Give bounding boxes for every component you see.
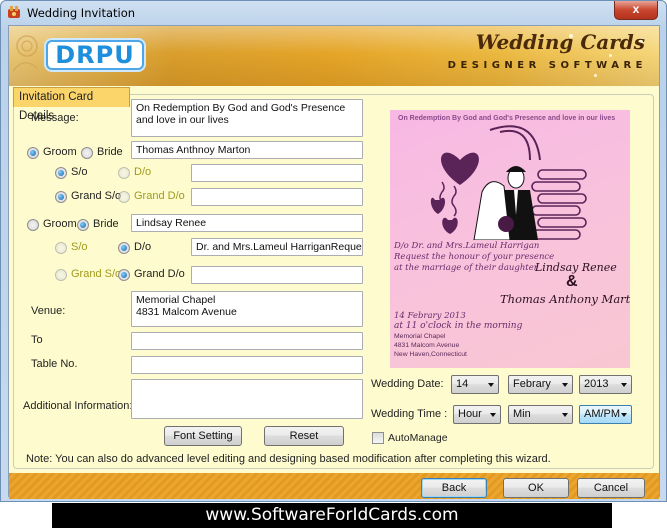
window-title: Wedding Invitation [27,6,136,20]
venue-label: Venue: [31,305,66,317]
do-label-2: D/o [134,241,152,253]
close-button[interactable]: x [614,1,658,20]
do-label-1: D/o [134,166,152,178]
preview-date-line: 14 Febrary 2013 [394,311,466,321]
invitation-preview: On Redemption By God and God's Presence … [390,110,630,368]
sparkle [594,74,597,77]
sparkle [609,54,612,57]
groom-grandparent-input[interactable] [191,188,363,206]
bride-grandparent-input[interactable] [191,266,363,284]
additional-info-label: Additional Information: [23,400,133,412]
so-radio-2[interactable] [55,242,67,254]
chevron-down-icon [562,413,568,417]
preview-venue-line3: New Haven,Connecticut [394,351,467,358]
ampm-select[interactable]: AM/PM [579,405,632,424]
min-value: Min [513,408,531,420]
automanage-checkbox[interactable] [372,432,384,444]
table-no-input[interactable] [131,356,363,374]
floral-ornament-icon [12,35,38,72]
grand-do-radio-1[interactable] [118,191,130,203]
bride-label-1: Bride [97,146,123,158]
to-input[interactable] [131,332,363,350]
website-banner: www.SoftwareForIdCards.com [52,503,612,528]
so-label-2: S/o [71,241,88,253]
wedding-invitation-window: Wedding Invitation x DRPU Wedding Cards … [0,0,667,502]
title-bar: Wedding Invitation x [1,1,666,25]
so-radio-1[interactable] [55,167,67,179]
grand-so-radio-1[interactable] [55,191,67,203]
cancel-button[interactable]: Cancel [577,478,645,498]
groom-parent-input[interactable] [191,164,363,182]
month-select[interactable]: Febrary [508,375,573,394]
do-radio-2[interactable] [118,242,130,254]
ok-button[interactable]: OK [503,478,569,498]
grand-so-radio-2[interactable] [55,269,67,281]
so-label-1: S/o [71,166,88,178]
grand-so-label-1: Grand S/o [71,190,122,202]
grand-do-label-1: Grand D/o [134,190,185,202]
close-icon: x [632,2,640,16]
preview-marriage-line: at the marriage of their daughter [394,263,538,273]
note-text: Note: You can also do advanced level edi… [26,453,551,465]
reset-button[interactable]: Reset [264,426,344,446]
grand-so-label-2: Grand S/o [71,268,122,280]
chevron-down-icon [621,413,627,417]
tab-invitation-card-details[interactable]: Invitation Card Details [13,87,130,122]
bride-parent-input[interactable]: Dr. and Mrs.Lameul HarriganRequest the [191,238,363,256]
message-input[interactable]: On Redemption By God and God's Presence … [131,99,363,137]
chevron-down-icon [490,413,496,417]
app-icon [8,6,20,18]
chevron-down-icon [488,383,494,387]
preview-request-line: Request the honour of your presence [394,252,555,262]
to-label: To [31,334,43,346]
grand-do-radio-2[interactable] [118,269,130,281]
bride-radio-2[interactable] [77,219,89,231]
groom-name-input[interactable]: Thomas Anthnoy Marton [131,141,363,159]
couple-illustration-icon [430,125,587,240]
preview-ampersand: & [566,273,578,290]
groom-radio-2[interactable] [27,219,39,231]
day-value: 14 [456,378,469,390]
preview-time-line: at 11 o'clock in the morning [394,321,523,331]
hour-select[interactable]: Hour [453,405,501,424]
day-select[interactable]: 14 [451,375,499,394]
groom-radio-1[interactable] [27,147,39,159]
automanage-label: AutoManage [388,432,448,444]
hour-value: Hour [458,408,482,420]
back-button[interactable]: Back [421,478,487,498]
grand-do-label-2: Grand D/o [134,268,185,280]
do-radio-1[interactable] [118,167,130,179]
preview-venue-line2: 4831 Malcom Avenue [394,342,460,349]
product-subtitle: DESIGNER SOFTWARE [447,60,647,71]
wedding-time-label: Wedding Time : [371,408,448,420]
product-title: Wedding Cards [475,30,645,54]
month-value: Febrary [513,378,551,390]
chevron-down-icon [562,383,568,387]
year-select[interactable]: 2013 [579,375,632,394]
min-select[interactable]: Min [508,405,573,424]
venue-input[interactable]: Memorial Chapel 4831 Malcom Avenue [131,291,363,327]
additional-info-input[interactable] [131,379,363,419]
ampm-value: AM/PM [584,408,621,420]
header-banner: DRPU Wedding Cards DESIGNER SOFTWARE [9,26,659,86]
year-value: 2013 [584,378,609,390]
bride-radio-1[interactable] [81,147,93,159]
preview-venue-line1: Memorial Chapel [394,333,446,340]
drpu-logo: DRPU [46,40,144,70]
table-no-label: Table No. [31,358,78,370]
preview-groom-name: Thomas Anthony Marton [500,292,630,306]
bride-label-2: Bride [93,218,119,230]
font-setting-button[interactable]: Font Setting [164,426,242,446]
groom-label-1: Groom [43,146,77,158]
chevron-down-icon [621,383,627,387]
wedding-date-label: Wedding Date: [371,378,444,390]
bride-name-input[interactable]: Lindsay Renee [131,214,363,232]
preview-parent-line: D/o Dr. and Mrs.Lameul Harrigan [394,241,540,251]
groom-label-2: Groom [43,218,77,230]
